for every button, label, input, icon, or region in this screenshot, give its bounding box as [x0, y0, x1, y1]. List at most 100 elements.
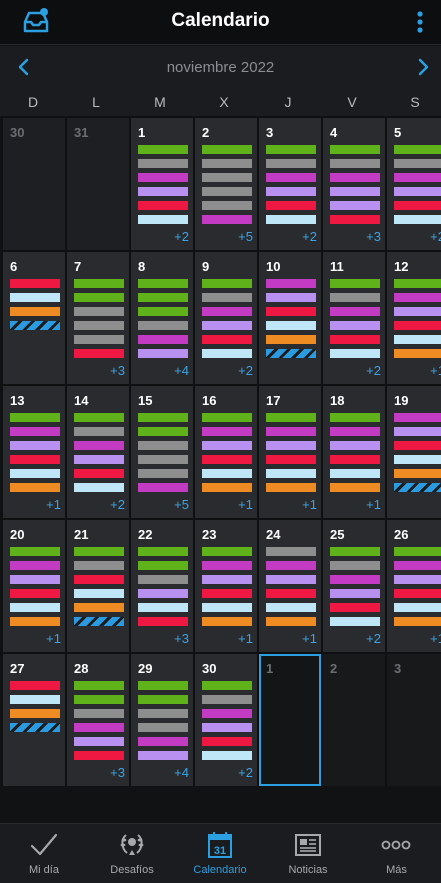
event-bar — [138, 349, 188, 358]
day-number: 30 — [10, 125, 25, 140]
event-bar — [74, 483, 124, 492]
day-cell[interactable]: 27 — [3, 654, 65, 786]
event-bar — [138, 187, 188, 196]
day-number: 30 — [202, 661, 217, 676]
day-cell[interactable]: 30 +2 — [195, 654, 257, 786]
chevron-right-icon[interactable] — [413, 57, 433, 77]
weekday-label: V — [347, 94, 357, 110]
day-cell[interactable]: 10 — [259, 252, 321, 384]
event-bar — [10, 589, 60, 598]
event-bar — [202, 469, 252, 478]
day-cell[interactable]: 5 +2 — [387, 118, 441, 250]
day-cell[interactable]: 28 +3 — [67, 654, 129, 786]
event-bar — [266, 293, 316, 302]
event-bar-striped — [10, 723, 60, 732]
event-bar — [10, 561, 60, 570]
event-bar — [202, 173, 252, 182]
event-bar-striped — [266, 349, 316, 358]
day-cell[interactable]: 7 +3 — [67, 252, 129, 384]
event-bar — [138, 483, 188, 492]
more-vertical-icon[interactable] — [415, 10, 425, 34]
nav-item-mi-dia[interactable]: Mi día — [0, 824, 88, 883]
event-bar — [330, 413, 380, 422]
day-cell[interactable]: 6 — [3, 252, 65, 384]
weekday-label: L — [92, 94, 100, 110]
event-bar — [138, 603, 188, 612]
event-bar — [10, 293, 60, 302]
day-cell[interactable]: 1 +2 — [131, 118, 193, 250]
event-bar — [266, 455, 316, 464]
event-bar — [330, 589, 380, 598]
day-cell[interactable]: 29 +4 — [131, 654, 193, 786]
day-cell[interactable]: 3 +2 — [259, 118, 321, 250]
day-cell[interactable]: 1 — [259, 654, 321, 786]
day-cell[interactable]: 13 +1 — [3, 386, 65, 518]
more-events-count: +2 — [366, 631, 381, 646]
event-bar — [138, 427, 188, 436]
event-bar — [330, 321, 380, 330]
event-bar — [10, 413, 60, 422]
month-label[interactable]: noviembre 2022 — [0, 59, 441, 76]
day-cell[interactable]: 18 +1 — [323, 386, 385, 518]
day-cell[interactable]: 8 +4 — [131, 252, 193, 384]
day-cell[interactable]: 30 — [3, 118, 65, 250]
nav-item-mas[interactable]: Más — [352, 824, 441, 883]
event-bar — [266, 173, 316, 182]
event-bar — [10, 575, 60, 584]
nav-label: Mi día — [29, 864, 59, 876]
nav-item-desafios[interactable]: Desafíos — [88, 824, 176, 883]
day-cell[interactable]: 2 +5 — [195, 118, 257, 250]
day-cell[interactable]: 26 +1 — [387, 520, 441, 652]
more-events-count: +4 — [174, 765, 189, 780]
more-events-count: +3 — [110, 363, 125, 378]
day-cell[interactable]: 12 +1 — [387, 252, 441, 384]
event-bar — [74, 469, 124, 478]
day-number: 16 — [202, 393, 217, 408]
event-bar — [202, 145, 252, 154]
event-bar — [138, 307, 188, 316]
day-number: 24 — [266, 527, 281, 542]
more-events-count: +2 — [366, 363, 381, 378]
day-cell[interactable]: 25 +2 — [323, 520, 385, 652]
event-bar — [10, 709, 60, 718]
day-cell[interactable]: 22 +3 — [131, 520, 193, 652]
event-bar — [138, 469, 188, 478]
event-bar — [330, 279, 380, 288]
day-cell[interactable]: 16 +1 — [195, 386, 257, 518]
nav-item-noticias[interactable]: Noticias — [264, 824, 352, 883]
event-bar — [266, 335, 316, 344]
day-cell[interactable]: 23 +1 — [195, 520, 257, 652]
day-cell[interactable]: 24 +1 — [259, 520, 321, 652]
event-bar — [202, 215, 252, 224]
event-bar — [394, 159, 441, 168]
nav-item-calendario[interactable]: 31 Calendario — [176, 824, 264, 883]
day-cell[interactable]: 3 — [387, 654, 441, 786]
event-bar — [330, 469, 380, 478]
day-cell[interactable]: 14 +2 — [67, 386, 129, 518]
day-cell[interactable]: 15 +5 — [131, 386, 193, 518]
day-cell[interactable]: 31 — [67, 118, 129, 250]
day-number: 12 — [394, 259, 409, 274]
day-cell[interactable]: 2 — [323, 654, 385, 786]
more-events-count: +1 — [46, 497, 61, 512]
event-bar — [74, 737, 124, 746]
event-bar — [394, 335, 441, 344]
day-cell[interactable]: 11 +2 — [323, 252, 385, 384]
day-cell[interactable]: 4 +3 — [323, 118, 385, 250]
event-bar — [138, 547, 188, 556]
event-bar — [330, 349, 380, 358]
day-cell[interactable]: 19 — [387, 386, 441, 518]
event-bar — [330, 561, 380, 570]
day-cell[interactable]: 21 — [67, 520, 129, 652]
weekday-label: X — [219, 94, 229, 110]
event-bar — [330, 483, 380, 492]
event-bar — [202, 737, 252, 746]
day-cell[interactable]: 9 +2 — [195, 252, 257, 384]
event-bar — [330, 215, 380, 224]
event-bar — [138, 441, 188, 450]
day-cell[interactable]: 20 +1 — [3, 520, 65, 652]
month-navigation: noviembre 2022 — [0, 46, 441, 86]
day-cell[interactable]: 17 +1 — [259, 386, 321, 518]
event-bar — [10, 695, 60, 704]
calendar-icon-badge: 31 — [214, 845, 226, 857]
